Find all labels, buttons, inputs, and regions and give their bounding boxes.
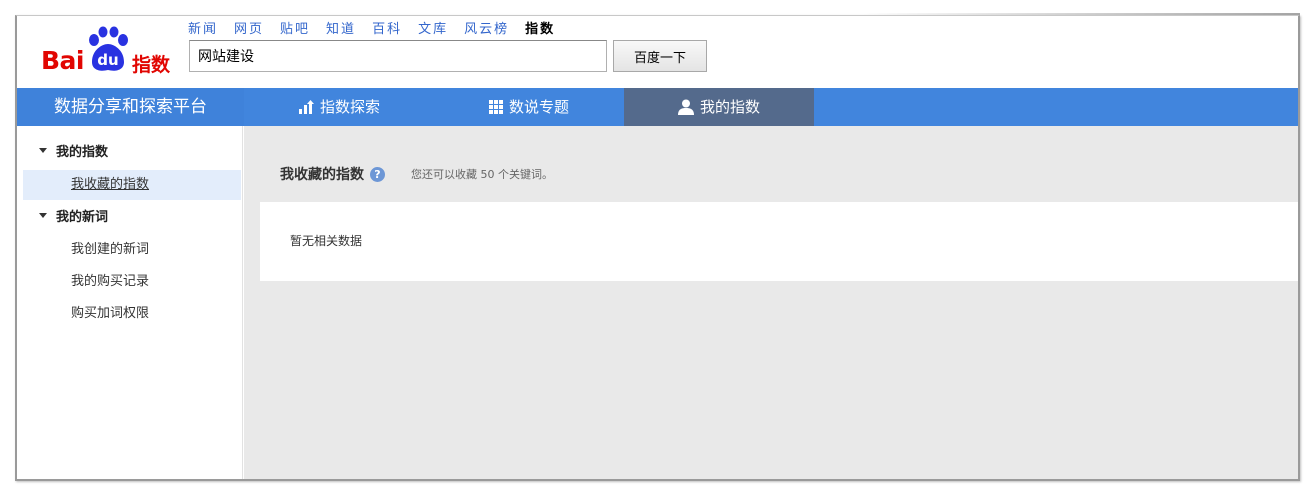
logo-bai-text: Bai bbox=[41, 46, 85, 75]
search-input[interactable] bbox=[189, 40, 607, 72]
sidebar-group-label: 我的新词 bbox=[56, 210, 109, 225]
logo-product-text: 指数 bbox=[132, 54, 171, 76]
top-nav: 新闻 网页 贴吧 知道 百科 文库 风云榜 指数 bbox=[188, 18, 571, 37]
help-icon[interactable]: ? bbox=[370, 166, 385, 182]
sidebar-item-label: 我的购买记录 bbox=[71, 274, 150, 289]
search-button[interactable]: 百度一下 bbox=[613, 40, 707, 72]
tab-index-explore[interactable]: 指数探索 bbox=[244, 88, 434, 126]
bar-chart-icon bbox=[298, 100, 314, 114]
sidebar-item-label: 我收藏的指数 bbox=[71, 177, 150, 192]
empty-state-text: 暂无相关数据 bbox=[290, 234, 363, 248]
baidu-paw-icon: du bbox=[89, 26, 128, 71]
topnav-web[interactable]: 网页 bbox=[234, 18, 264, 37]
tab-label: 我的指数 bbox=[699, 98, 760, 116]
favorites-panel: 暂无相关数据 bbox=[260, 202, 1298, 281]
topnav-zhidao[interactable]: 知道 bbox=[326, 18, 356, 37]
sidebar-item-label: 购买加词权限 bbox=[71, 306, 150, 321]
tab-my-index[interactable]: 我的指数 bbox=[624, 88, 814, 126]
topnav-wenku[interactable]: 文库 bbox=[418, 18, 448, 37]
main-content: 我收藏的指数 ? 您还可以收藏 50 个关键词。 暂无相关数据 bbox=[244, 126, 1298, 479]
tab-label: 指数探索 bbox=[319, 98, 380, 116]
tab-label: 数说专题 bbox=[508, 98, 569, 116]
main-nav-bar: 数据分享和探索平台 指数探索 数说专题 我的指数 bbox=[17, 88, 1298, 126]
logo-du-text: du bbox=[97, 51, 118, 69]
caret-down-icon bbox=[39, 213, 47, 218]
topnav-tieba[interactable]: 贴吧 bbox=[280, 18, 310, 37]
baidu-index-logo[interactable]: Bai du 指数 bbox=[39, 26, 189, 76]
platform-title: 数据分享和探索平台 bbox=[17, 88, 244, 126]
sidebar-group-label: 我的指数 bbox=[56, 145, 109, 160]
sidebar-item-favorited-index[interactable]: 我收藏的指数 bbox=[23, 170, 241, 200]
sidebar-item-purchase-records[interactable]: 我的购买记录 bbox=[23, 267, 241, 297]
quota-note: 您还可以收藏 50 个关键词。 bbox=[411, 168, 553, 181]
topnav-index[interactable]: 指数 bbox=[525, 18, 555, 37]
topnav-baike[interactable]: 百科 bbox=[372, 18, 402, 37]
header: Bai du 指数 新闻 网页 贴吧 知道 百科 文库 风云榜 指数 百度一下 bbox=[17, 16, 1298, 88]
grid-icon bbox=[488, 100, 503, 114]
browser-frame: Bai du 指数 新闻 网页 贴吧 知道 百科 文库 风云榜 指数 百度一下 … bbox=[15, 15, 1300, 481]
tab-data-topics[interactable]: 数说专题 bbox=[434, 88, 624, 126]
caret-down-icon bbox=[39, 148, 47, 153]
sidebar-group-my-index[interactable]: 我的指数 bbox=[17, 138, 243, 168]
sidebar: 我的指数 我收藏的指数 我的新词 我创建的新词 我的购买记录 购买加词权限 bbox=[17, 126, 243, 479]
topnav-top[interactable]: 风云榜 bbox=[464, 18, 509, 37]
sidebar-group-my-new-words[interactable]: 我的新词 bbox=[17, 203, 243, 233]
sidebar-item-buy-word-permission[interactable]: 购买加词权限 bbox=[23, 299, 241, 329]
content-header: 我收藏的指数 ? 您还可以收藏 50 个关键词。 bbox=[280, 164, 553, 184]
sidebar-item-label: 我创建的新词 bbox=[71, 242, 150, 257]
sidebar-item-created-words[interactable]: 我创建的新词 bbox=[23, 235, 241, 265]
user-icon bbox=[677, 99, 694, 115]
page-title: 我收藏的指数 bbox=[280, 167, 364, 183]
topnav-news[interactable]: 新闻 bbox=[188, 18, 218, 37]
